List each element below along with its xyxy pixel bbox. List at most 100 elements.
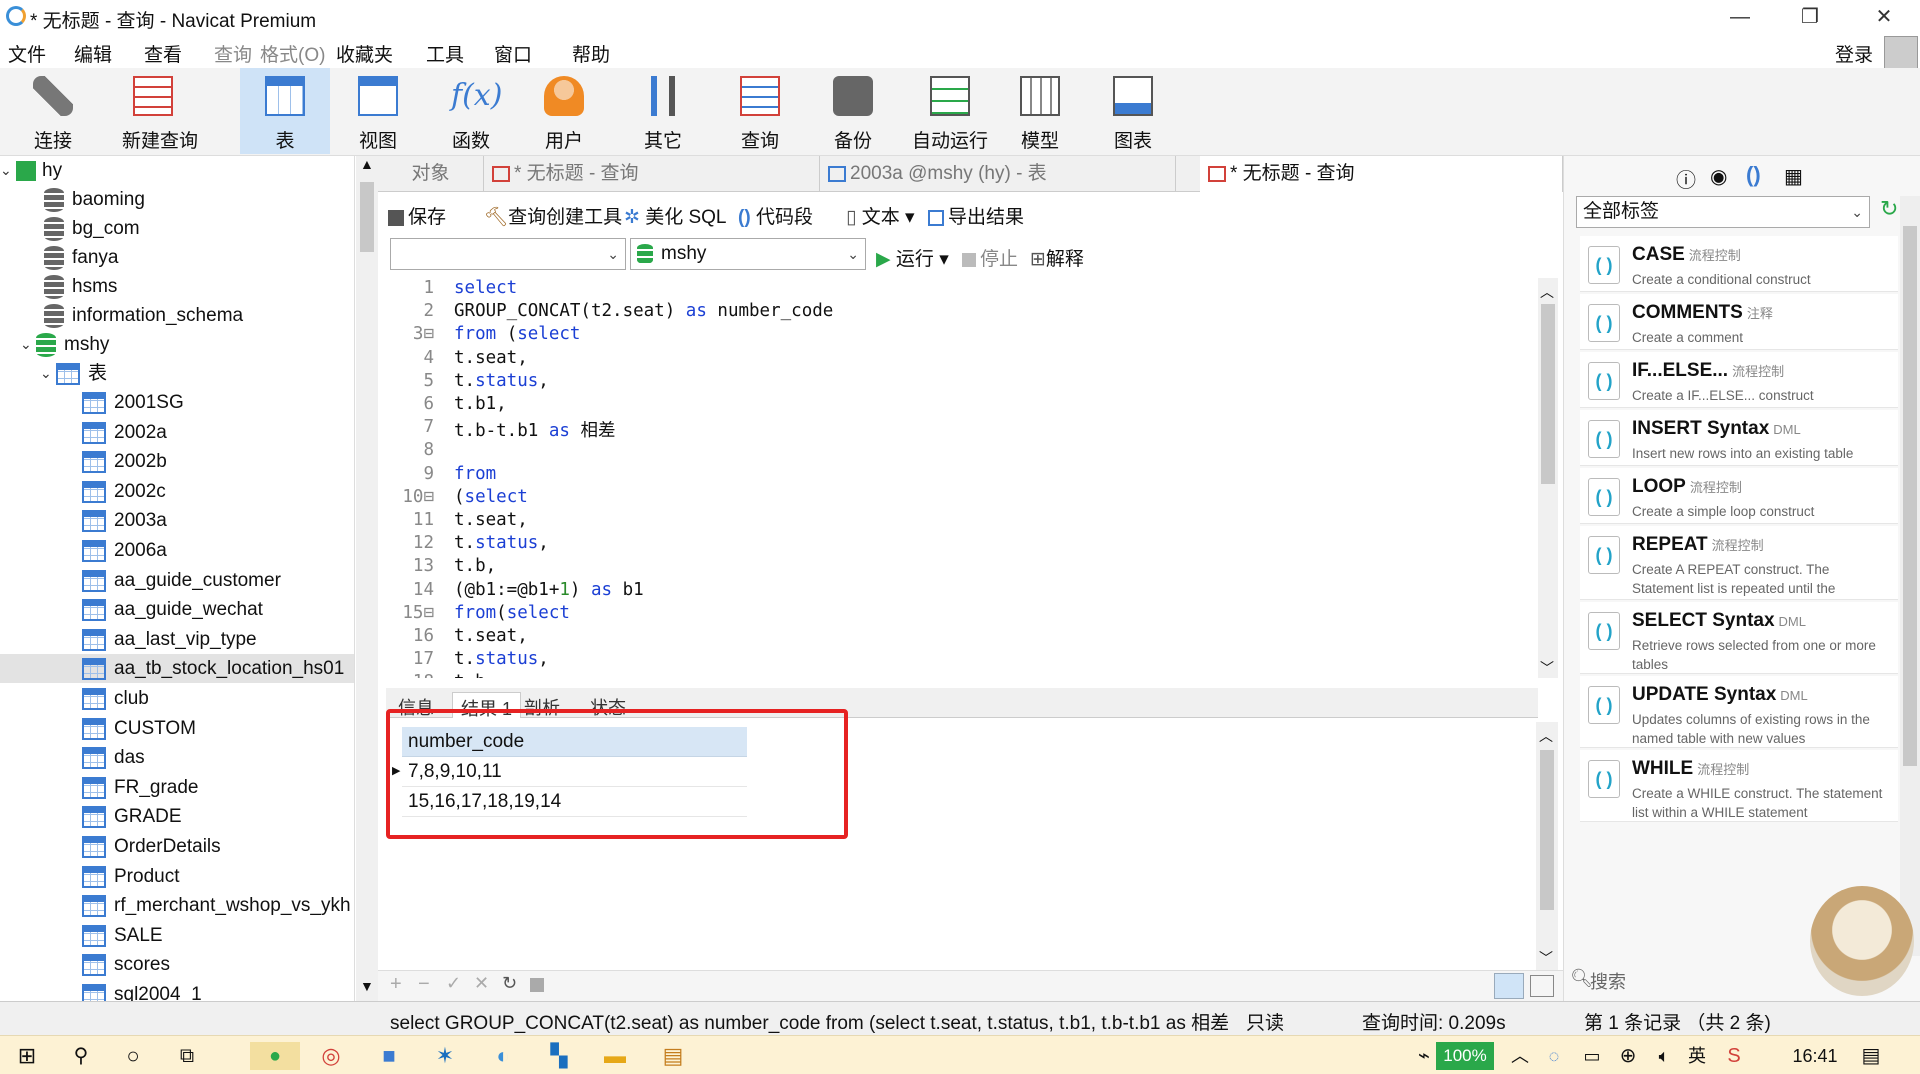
tree-table-item[interactable]: aa_guide_customer bbox=[0, 566, 354, 595]
delete-row-icon[interactable]: − bbox=[418, 973, 430, 996]
explain-button[interactable]: ⊞解释 bbox=[1030, 244, 1084, 271]
query-builder-button[interactable]: 🔨︎查询创建工具 bbox=[484, 202, 622, 229]
database-select[interactable]: mshy ⌄ bbox=[630, 238, 866, 270]
network-icon[interactable]: ▭ bbox=[1578, 1042, 1606, 1070]
code-line[interactable]: t.seat, bbox=[454, 348, 528, 368]
notification-icon[interactable]: ▤ bbox=[1856, 1042, 1886, 1070]
grid-view-icon[interactable] bbox=[1494, 973, 1524, 999]
menu-format[interactable]: 格式(O) bbox=[260, 40, 325, 67]
tree-connection-hy[interactable]: ⌄ hy bbox=[0, 156, 62, 185]
code-line[interactable]: from (select bbox=[454, 324, 580, 344]
tree-table-item[interactable]: 2002a bbox=[0, 418, 354, 447]
code-line[interactable]: t.seat, bbox=[454, 626, 528, 646]
search-icon[interactable]: ⚲ bbox=[66, 1042, 96, 1070]
minimize-button[interactable]: — bbox=[1710, 0, 1770, 34]
toolbar-user[interactable]: 用户 bbox=[519, 68, 609, 154]
tree-db-hsms[interactable]: hsms bbox=[44, 272, 117, 301]
code-line[interactable]: t.b, bbox=[454, 556, 496, 576]
run-button[interactable]: ▶ 运行 ▾ bbox=[876, 244, 949, 271]
refresh-icon[interactable]: ↻ bbox=[502, 973, 517, 994]
save-button[interactable]: 保存 bbox=[388, 202, 446, 229]
chevron-up-icon[interactable]: ︿ bbox=[1508, 1042, 1532, 1070]
tree-table-item[interactable]: aa_last_vip_type bbox=[0, 625, 354, 654]
menu-file[interactable]: 文件 bbox=[8, 40, 46, 67]
snippet-item[interactable]: ( ) COMMENTS 注释 Create a comment bbox=[1580, 294, 1898, 350]
tree-table-item[interactable]: aa_guide_wechat bbox=[0, 595, 354, 624]
apply-icon[interactable]: ✓ bbox=[446, 973, 461, 994]
code-line[interactable]: t.status, bbox=[454, 371, 549, 391]
menu-query[interactable]: 查询 bbox=[214, 40, 252, 67]
tree-table-item[interactable]: scores bbox=[0, 950, 354, 979]
grid-toggle-icon[interactable]: ▦ bbox=[1784, 164, 1803, 189]
result-scrollbar[interactable]: ︿ ﹀ bbox=[1536, 722, 1558, 982]
toolbar-schedule[interactable]: 自动运行 bbox=[900, 68, 1000, 154]
code-line[interactable]: (select bbox=[454, 487, 528, 507]
app2-icon[interactable]: ▤ bbox=[658, 1042, 688, 1070]
sogou-icon[interactable]: S bbox=[1720, 1042, 1748, 1070]
scroll-down-icon[interactable]: ﹀ bbox=[1540, 658, 1554, 678]
app-icon[interactable]: ✶ bbox=[430, 1042, 460, 1070]
record-icon[interactable]: ◉ bbox=[1710, 164, 1727, 189]
tree-db-information-schema[interactable]: information_schema bbox=[44, 301, 243, 330]
menu-help[interactable]: 帮助 bbox=[572, 40, 610, 67]
sql-editor[interactable]: 1 select 2 GROUP_CONCAT(t2.seat) as number_… bbox=[386, 278, 1538, 678]
tree-db-fanya[interactable]: fanya bbox=[44, 243, 118, 272]
tab-objects[interactable]: 对象 bbox=[378, 156, 484, 192]
scroll-thumb[interactable] bbox=[1540, 750, 1554, 910]
text-button[interactable]: ▯ 文本 ▾ bbox=[846, 202, 915, 229]
tree-table-item[interactable]: das bbox=[0, 743, 354, 772]
code-line[interactable]: select bbox=[454, 278, 517, 298]
code-line[interactable]: t.b, bbox=[454, 672, 496, 678]
scroll-thumb[interactable] bbox=[1541, 304, 1555, 484]
scroll-thumb[interactable] bbox=[1903, 226, 1917, 766]
scroll-down-icon[interactable]: ▼ bbox=[360, 978, 374, 994]
toolbar-backup[interactable]: 备份 bbox=[808, 68, 898, 154]
toolbar-others[interactable]: 其它 bbox=[618, 68, 708, 154]
windows-start-icon[interactable]: ⊞ bbox=[12, 1042, 42, 1070]
tree-table-item[interactable]: Product bbox=[0, 862, 354, 891]
stop-icon[interactable] bbox=[530, 978, 544, 992]
info-icon[interactable]: ⓘ bbox=[1676, 164, 1696, 193]
menu-tools[interactable]: 工具 bbox=[426, 40, 464, 67]
menu-favorites[interactable]: 收藏夹 bbox=[336, 40, 393, 67]
refresh-snippets-icon[interactable]: ↻ bbox=[1880, 196, 1898, 222]
export-results-button[interactable]: 导出结果 bbox=[928, 202, 1024, 229]
ime-indicator[interactable]: 英 bbox=[1682, 1042, 1712, 1070]
menu-window[interactable]: 窗口 bbox=[494, 40, 532, 67]
toolbar-query[interactable]: 查询 bbox=[715, 68, 805, 154]
code-line[interactable]: t.seat, bbox=[454, 510, 528, 530]
snippet-tag-filter[interactable]: 全部标签 ⌄ bbox=[1576, 196, 1870, 228]
toolbar-connect[interactable]: 连接 bbox=[8, 68, 98, 154]
snippet-search-input[interactable]: 搜索 bbox=[1590, 968, 1626, 994]
scroll-up-icon[interactable]: ︿ bbox=[1539, 726, 1553, 746]
snippet-item[interactable]: ( ) WHILE 流程控制 Create a WHILE construct. Th… bbox=[1580, 750, 1898, 822]
tree-db-mshy[interactable]: ⌄ mshy bbox=[20, 330, 109, 359]
chat-app-icon[interactable]: ■ bbox=[374, 1042, 404, 1070]
avatar[interactable] bbox=[1884, 36, 1918, 70]
menu-edit[interactable]: 编辑 bbox=[74, 40, 112, 67]
menu-view[interactable]: 查看 bbox=[144, 40, 182, 67]
snippet-item[interactable]: ( ) CASE 流程控制 Create a conditional construc… bbox=[1580, 236, 1898, 292]
tab-table-2003a[interactable]: 2003a @mshy (hy) - 表 bbox=[820, 156, 1176, 192]
sidebar-scrollbar[interactable]: ▲ ▼ bbox=[356, 156, 378, 1001]
tree-db-bg-com[interactable]: bg_com bbox=[44, 214, 140, 243]
cortana-icon[interactable]: ○ bbox=[118, 1042, 148, 1070]
snippet-item[interactable]: ( ) SELECT Syntax DML Retrieve rows selecte… bbox=[1580, 602, 1898, 674]
tree-table-item[interactable]: 2002c bbox=[0, 477, 354, 506]
code-line[interactable]: t.status, bbox=[454, 649, 549, 669]
snippet-item[interactable]: ( ) INSERT Syntax DML Insert new rows into … bbox=[1580, 410, 1898, 466]
close-button[interactable]: ✕ bbox=[1854, 0, 1914, 34]
toolbar-chart[interactable]: 图表 bbox=[1088, 68, 1178, 154]
login-link[interactable]: 登录 bbox=[1835, 40, 1873, 67]
battery-indicator[interactable]: 100% bbox=[1436, 1042, 1494, 1070]
file-explorer-icon[interactable]: ▬ bbox=[600, 1042, 630, 1070]
snippet-scrollbar[interactable] bbox=[1900, 196, 1920, 956]
tree-table-item[interactable]: GRADE bbox=[0, 802, 354, 831]
tree-table-item[interactable]: sql2004_1 bbox=[0, 980, 354, 1001]
code-line[interactable]: t.b-t.b1 as 相差 bbox=[454, 417, 615, 442]
task-view-icon[interactable]: ⧉ bbox=[172, 1042, 202, 1070]
toolbar-view[interactable]: 视图 bbox=[333, 68, 423, 154]
snippet-item[interactable]: ( ) UPDATE Syntax DML Updates columns of ex… bbox=[1580, 676, 1898, 748]
tree-table-item[interactable]: 2002b bbox=[0, 447, 354, 476]
tree-table-item[interactable]: rf_merchant_wshop_vs_ykh bbox=[0, 891, 354, 920]
